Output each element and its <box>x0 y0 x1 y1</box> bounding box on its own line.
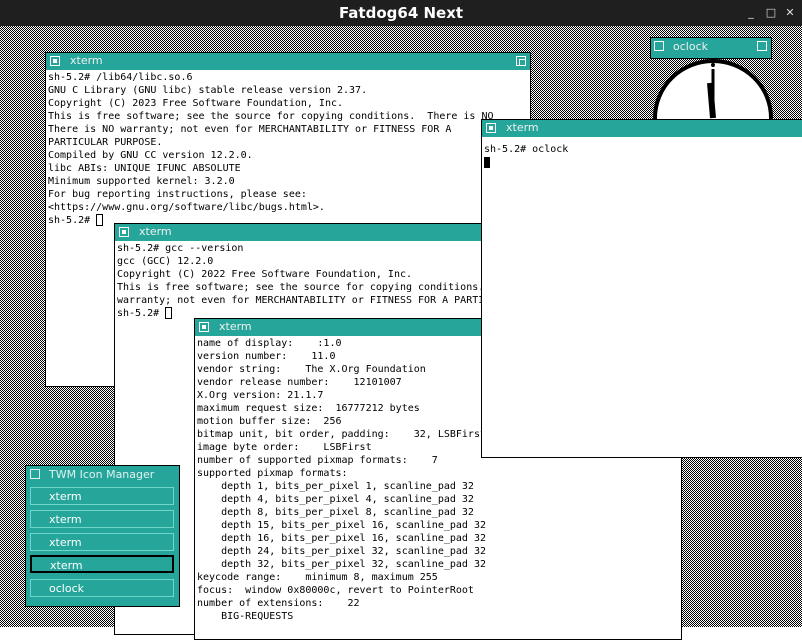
cursor <box>96 214 104 226</box>
terminal-line: For bug reporting instructions, please s… <box>48 189 307 200</box>
terminal-line: gcc (GCC) 12.2.0 <box>117 256 214 267</box>
terminal-cursor-line <box>484 156 802 169</box>
terminal-line: Copyright (C) 2023 Free Software Foundat… <box>48 98 344 109</box>
window-title: xterm <box>506 121 539 134</box>
iconify-icon[interactable] <box>119 227 129 237</box>
terminal-line: GNU C Library (GNU libc) stable release … <box>48 85 368 96</box>
cursor <box>165 307 173 319</box>
terminal-line: Copyright (C) 2022 Free Software Foundat… <box>117 269 413 280</box>
terminal-line: number of extensions: 22 <box>197 598 360 609</box>
maximize-icon[interactable]: □ <box>765 7 777 19</box>
icon-manager-titlebar[interactable]: TWM Icon Manager <box>26 466 179 483</box>
terminal-line: sh-5.2# /lib64/libc.so.6 <box>48 72 193 83</box>
terminal-line: There is NO warranty; not even for MERCH… <box>48 124 452 135</box>
window-title: xterm <box>70 54 103 67</box>
icon-manager-item-active[interactable]: xterm <box>30 555 174 573</box>
terminal-line: depth 4, bits_per_pixel 4, scanline_pad … <box>197 494 474 505</box>
terminal-line: depth 15, bits_per_pixel 16, scanline_pa… <box>197 520 486 531</box>
terminal-line: focus: window 0x80000c, revert to Pointe… <box>197 585 474 596</box>
clock-jewel <box>711 63 715 67</box>
terminal-line: depth 32, bits_per_pixel 32, scanline_pa… <box>197 559 486 570</box>
terminal-output[interactable]: sh-5.2# gcc --version gcc (GCC) 12.2.0 Cop… <box>117 242 535 320</box>
icon-manager-item[interactable]: xterm <box>30 533 174 551</box>
titlebar[interactable]: xterm <box>115 224 535 241</box>
terminal-line: PARTICULAR PURPOSE. <box>48 137 163 148</box>
titlebar[interactable]: xterm <box>482 120 802 137</box>
iconify-icon[interactable] <box>50 56 60 66</box>
prompt: sh-5.2# <box>48 215 97 226</box>
iconify-icon[interactable] <box>199 322 209 332</box>
terminal-line: warranty; not even for MERCHANTABILITY o… <box>117 295 485 306</box>
terminal-line: Minimum supported kernel: 3.2.0 <box>48 176 235 187</box>
iconify-icon[interactable] <box>486 123 496 133</box>
terminal-line: sh-5.2# gcc --version <box>117 243 244 254</box>
terminal-line: depth 16, bits_per_pixel 16, scanline_pa… <box>197 533 486 544</box>
terminal-line: depth 8, bits_per_pixel 8, scanline_pad … <box>197 507 474 518</box>
terminal-output[interactable]: sh-5.2# oclock <box>484 143 802 169</box>
icon-manager-item[interactable]: xterm <box>30 487 174 505</box>
icon-manager-item[interactable]: xterm <box>30 510 174 528</box>
cursor <box>484 156 490 168</box>
terminal-line: sh-5.2# oclock <box>484 144 569 155</box>
resize-icon[interactable] <box>516 56 526 66</box>
minimize-icon[interactable]: _ <box>745 7 757 19</box>
iconify-icon[interactable] <box>654 41 664 51</box>
hour-hand <box>707 82 716 119</box>
icon-manager-title: TWM Icon Manager <box>49 468 155 481</box>
iconify-icon[interactable] <box>30 469 40 479</box>
terminal-line: BIG-REQUESTS <box>197 611 294 622</box>
close-icon[interactable]: ✕ <box>784 7 796 19</box>
oclock-titlebar[interactable]: oclock <box>650 37 772 59</box>
titlebar[interactable]: xterm <box>46 53 530 70</box>
terminal-line: depth 1, bits_per_pixel 1, scanline_pad … <box>197 481 474 492</box>
terminal-line: keycode range: minimum 8, maximum 255 <box>197 572 438 583</box>
resize-icon[interactable] <box>757 41 767 51</box>
window-title: xterm <box>219 320 252 333</box>
terminal-line: This is free software; see the source fo… <box>48 111 494 122</box>
screen-title: Fatdog64 Next <box>338 4 464 22</box>
terminal-line: This is free software; see the source fo… <box>117 282 485 293</box>
terminal-line: Compiled by GNU CC version 12.2.0. <box>48 150 253 161</box>
terminal-line: depth 24, bits_per_pixel 32, scanline_pa… <box>197 546 486 557</box>
prompt: sh-5.2# <box>117 308 166 319</box>
window-title: oclock <box>673 40 708 53</box>
twm-icon-manager[interactable]: TWM Icon Manager xterm xterm xterm xterm… <box>25 465 180 607</box>
xterm-window-oclock[interactable]: xterm sh-5.2# oclock <box>481 119 802 458</box>
terminal-output[interactable]: sh-5.2# /lib64/libc.so.6 GNU C Library (G… <box>48 71 530 227</box>
icon-manager-item[interactable]: oclock <box>30 579 174 597</box>
terminal-line: <https://www.gnu.org/software/libc/bugs.… <box>48 202 325 213</box>
terminal-line: libc ABIs: UNIQUE IFUNC ABSOLUTE <box>48 163 241 174</box>
screen-titlebar: Fatdog64 Next _ □ ✕ <box>0 0 802 26</box>
terminal-line: supported pixmap formats: <box>197 468 348 479</box>
window-title: xterm <box>139 225 172 238</box>
